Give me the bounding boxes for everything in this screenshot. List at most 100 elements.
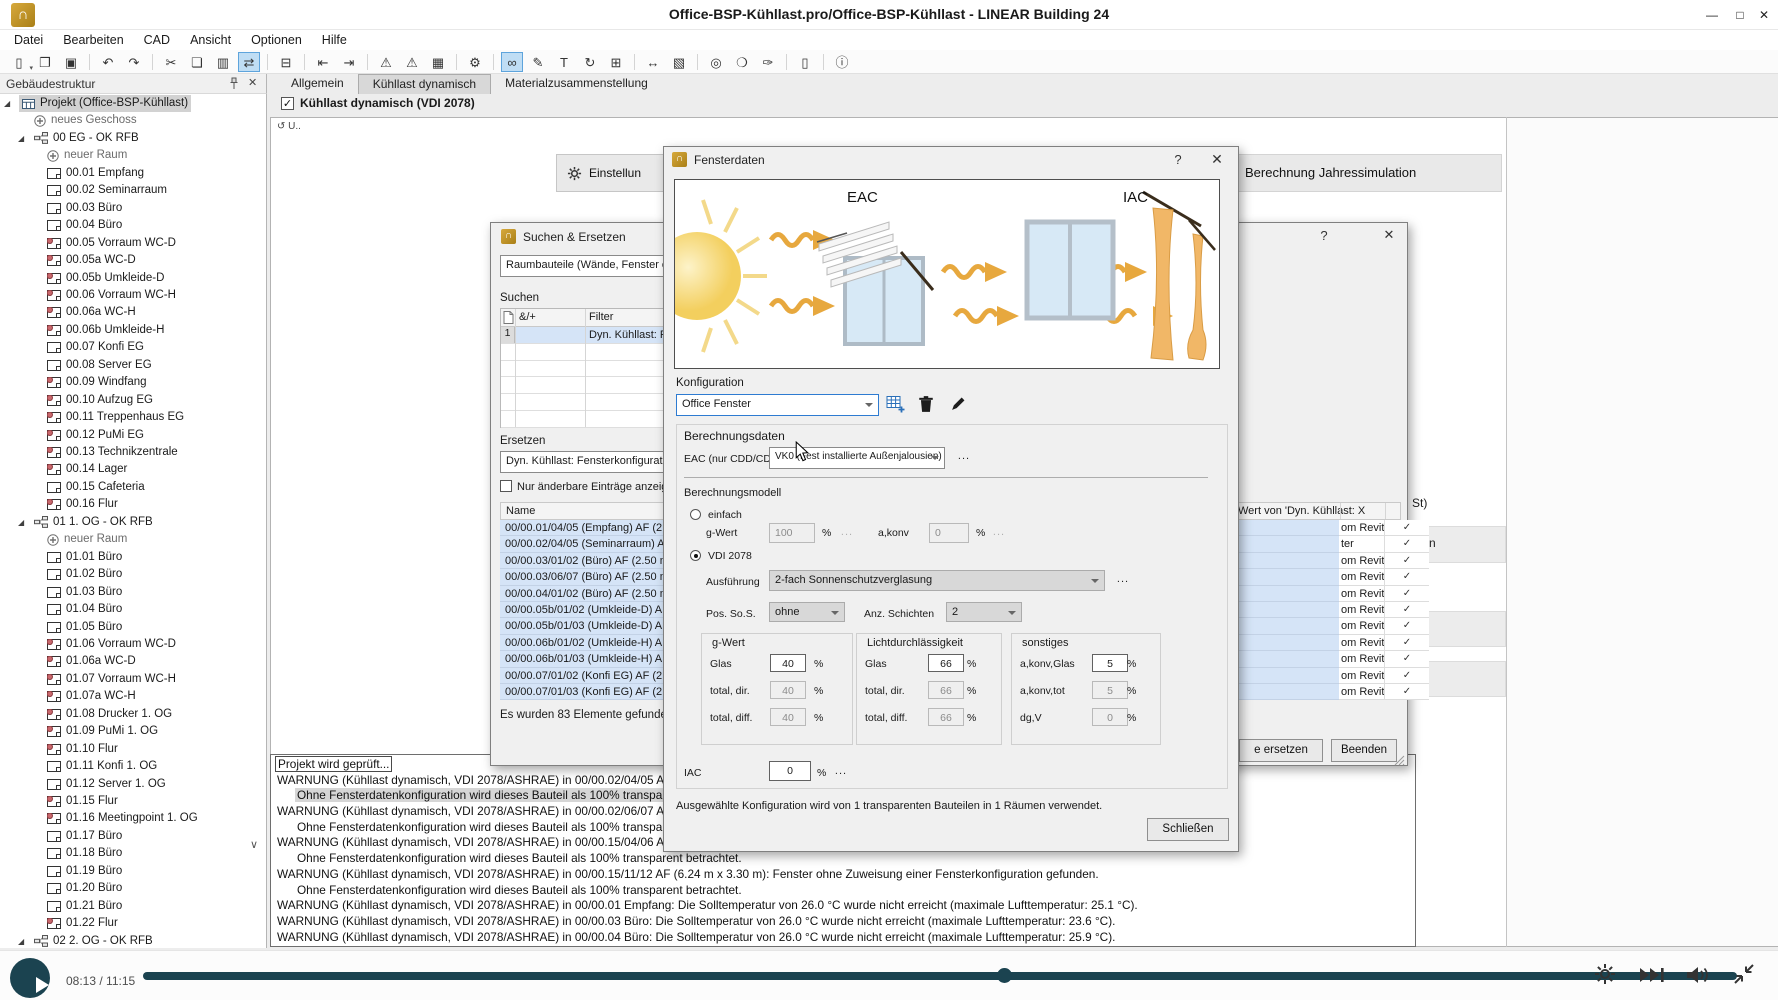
zoom-icon[interactable]: ◎ xyxy=(705,52,727,72)
tree-item-neues-geschoss[interactable]: neues Geschoss xyxy=(0,112,267,129)
pipette-icon[interactable]: ✑ xyxy=(757,52,779,72)
info-icon[interactable]: ⓘ xyxy=(831,52,853,72)
tree-item-01-10-flur[interactable]: 01.10 Flur xyxy=(0,741,267,758)
tree-item-01-17-büro[interactable]: 01.17 Büro xyxy=(0,828,267,845)
konfiguration-select[interactable]: Office Fenster xyxy=(676,394,879,416)
vdi-2078-radio[interactable] xyxy=(690,550,701,561)
tree-item-00-10-aufzug-eg[interactable]: 00.10 Aufzug EG xyxy=(0,392,267,409)
field-input-glas[interactable]: 66 xyxy=(928,654,964,672)
log-line[interactable]: Ohne Fensterdatenkonfiguration wird dies… xyxy=(275,851,1415,867)
log-line[interactable]: WARNUNG (Kühllast dynamisch, VDI 2078/AS… xyxy=(275,914,1415,930)
undo-icon[interactable]: ↶ xyxy=(97,52,119,72)
a-konv-input[interactable]: 0 xyxy=(929,523,969,543)
hierarchy-icon[interactable]: ⊞ xyxy=(605,52,627,72)
delete-configuration-icon[interactable] xyxy=(918,395,934,418)
tree-item-neuer-raum[interactable]: neuer Raum xyxy=(0,147,267,164)
new-configuration-icon[interactable] xyxy=(886,395,906,418)
tree-item-01-12-server-1-og[interactable]: 01.12 Server 1. OG xyxy=(0,776,267,793)
tree-item-01-02-büro[interactable]: 01.02 Büro xyxy=(0,566,267,583)
tree-item-neuer-raum[interactable]: neuer Raum xyxy=(0,531,267,548)
tree-item-00-06b-umkleide-h[interactable]: 00.06b Umkleide-H xyxy=(0,322,267,339)
tab-materialzusammenstellung[interactable]: Materialzusammenstellung xyxy=(491,74,662,94)
tree-item-01-18-büro[interactable]: 01.18 Büro xyxy=(0,845,267,862)
expander-icon[interactable]: ◢ xyxy=(18,134,24,143)
edit-configuration-icon[interactable] xyxy=(950,395,967,417)
gear-icon[interactable]: ⚙ xyxy=(464,52,486,72)
g-wert-input[interactable]: 100 xyxy=(769,523,815,543)
cut-icon[interactable]: ✂ xyxy=(160,52,182,72)
tree-item-01-1-og-ok-rfb[interactable]: ◢01 1. OG - OK RFB xyxy=(0,514,267,531)
maximize-button[interactable]: □ xyxy=(1728,6,1752,24)
iac-input[interactable]: 0 xyxy=(769,761,811,781)
menu-optionen[interactable]: Optionen xyxy=(241,33,312,47)
result-check-icon[interactable]: ✓ xyxy=(1384,520,1429,536)
menu-cad[interactable]: CAD xyxy=(134,33,180,47)
warnings-list-icon[interactable]: ⚠ xyxy=(401,52,423,72)
tree-item-01-03-büro[interactable]: 01.03 Büro xyxy=(0,584,267,601)
annual-simulation-button[interactable]: Berechnung Jahressimulation xyxy=(1236,154,1502,192)
volume-icon[interactable] xyxy=(1684,964,1710,986)
tree-item-00-05a-wc-d[interactable]: 00.05a WC-D xyxy=(0,252,267,269)
result-check-icon[interactable]: ✓ xyxy=(1384,651,1429,667)
result-check-icon[interactable]: ✓ xyxy=(1384,586,1429,602)
resize-grip[interactable] xyxy=(1393,753,1405,771)
tree-item-00-04-büro[interactable]: 00.04 Büro xyxy=(0,217,267,234)
anz-schichten-select[interactable]: 2 xyxy=(946,602,1022,622)
result-check-icon[interactable]: ✓ xyxy=(1384,668,1429,684)
result-check-icon[interactable]: ✓ xyxy=(1384,569,1429,585)
field-input-a-konv-glas[interactable]: 5 xyxy=(1092,654,1128,672)
menu-ansicht[interactable]: Ansicht xyxy=(180,33,241,47)
sync-icon[interactable]: ⇄ xyxy=(238,52,260,72)
tree-item-00-13-technikzentrale[interactable]: 00.13 Technikzentrale xyxy=(0,444,267,461)
tree-item-00-eg-ok-rfb[interactable]: ◢00 EG - OK RFB xyxy=(0,130,267,147)
playback-speed-icon[interactable] xyxy=(1638,965,1666,985)
tree-item-01-11-konfi-1-og[interactable]: 01.11 Konfi 1. OG xyxy=(0,758,267,775)
result-check-icon[interactable]: ✓ xyxy=(1384,553,1429,569)
trash-icon[interactable]: ▯ xyxy=(794,52,816,72)
tree-item-00-05b-umkleide-d[interactable]: 00.05b Umkleide-D xyxy=(0,270,267,287)
result-check-icon[interactable]: ✓ xyxy=(1384,635,1429,651)
tree-item-00-15-cafeteria[interactable]: 00.15 Cafeteria xyxy=(0,479,267,496)
import-icon[interactable]: ⇤ xyxy=(312,52,334,72)
tree-item-01-21-büro[interactable]: 01.21 Büro xyxy=(0,898,267,915)
cooling-load-checkbox[interactable]: ✓ xyxy=(281,97,294,110)
tree-item-00-16-flur[interactable]: 00.16 Flur xyxy=(0,496,267,513)
log-line[interactable]: WARNUNG (Kühllast dynamisch, VDI 2078/AS… xyxy=(275,898,1415,914)
tree-item-00-02-seminarraum[interactable]: 00.02 Seminarraum xyxy=(0,182,267,199)
eac-more-button[interactable]: ... xyxy=(954,450,974,462)
ausfuehrung-select[interactable]: 2-fach Sonnenschutzverglasung xyxy=(769,570,1105,591)
zoom-pair-icon[interactable]: ❍ xyxy=(731,52,753,72)
tab-allgemein[interactable]: Allgemein xyxy=(277,74,358,94)
tree-item-00-08-server-eg[interactable]: 00.08 Server EG xyxy=(0,357,267,374)
link-icon[interactable]: ∞ xyxy=(501,52,523,72)
menu-bearbeiten[interactable]: Bearbeiten xyxy=(53,33,133,47)
tree-item-projekt-office-bsp-kühllast-[interactable]: ◢Projekt (Office-BSP-Kühllast) xyxy=(0,95,267,112)
rotate-icon[interactable]: ↻ xyxy=(579,52,601,72)
tree-item-00-06-vorraum-wc-h[interactable]: 00.06 Vorraum WC-H xyxy=(0,287,267,304)
einfach-radio[interactable] xyxy=(690,509,701,520)
tree-item-01-07a-wc-h[interactable]: 01.07a WC-H xyxy=(0,688,267,705)
tree-item-01-22-flur[interactable]: 01.22 Flur xyxy=(0,915,267,932)
exit-fullscreen-icon[interactable] xyxy=(1732,962,1756,986)
text-icon[interactable]: T xyxy=(553,52,575,72)
schliessen-button[interactable]: Schließen xyxy=(1147,818,1229,841)
open-icon[interactable]: ❐ xyxy=(34,52,56,72)
close-icon[interactable]: ✕ xyxy=(1207,151,1227,168)
tree-item-01-16-meetingpoint-1-og[interactable]: 01.16 Meetingpoint 1. OG xyxy=(0,810,267,827)
tree-item-01-06a-wc-d[interactable]: 01.06a WC-D xyxy=(0,653,267,670)
expander-icon[interactable]: ◢ xyxy=(18,937,24,946)
copy-icon[interactable]: ❏ xyxy=(186,52,208,72)
help-icon[interactable]: ? xyxy=(1315,228,1333,243)
progress-handle[interactable] xyxy=(997,968,1012,983)
tree-item-00-09-windfang[interactable]: 00.09 Windfang xyxy=(0,374,267,391)
tree-item-00-03-büro[interactable]: 00.03 Büro xyxy=(0,200,267,217)
play-button[interactable] xyxy=(10,958,50,998)
pos-sos-select[interactable]: ohne xyxy=(769,602,845,622)
menu-datei[interactable]: Datei xyxy=(4,33,53,47)
tree-item-01-06-vorraum-wc-d[interactable]: 01.06 Vorraum WC-D xyxy=(0,636,267,653)
tree-item-00-11-treppenhaus-eg[interactable]: 00.11 Treppenhaus EG xyxy=(0,409,267,426)
expander-icon[interactable]: ◢ xyxy=(18,518,24,527)
player-settings-icon[interactable] xyxy=(1593,962,1617,986)
minimize-button[interactable]: — xyxy=(1700,6,1724,24)
log-line[interactable]: WARNUNG (Kühllast dynamisch, VDI 2078/AS… xyxy=(275,867,1415,883)
